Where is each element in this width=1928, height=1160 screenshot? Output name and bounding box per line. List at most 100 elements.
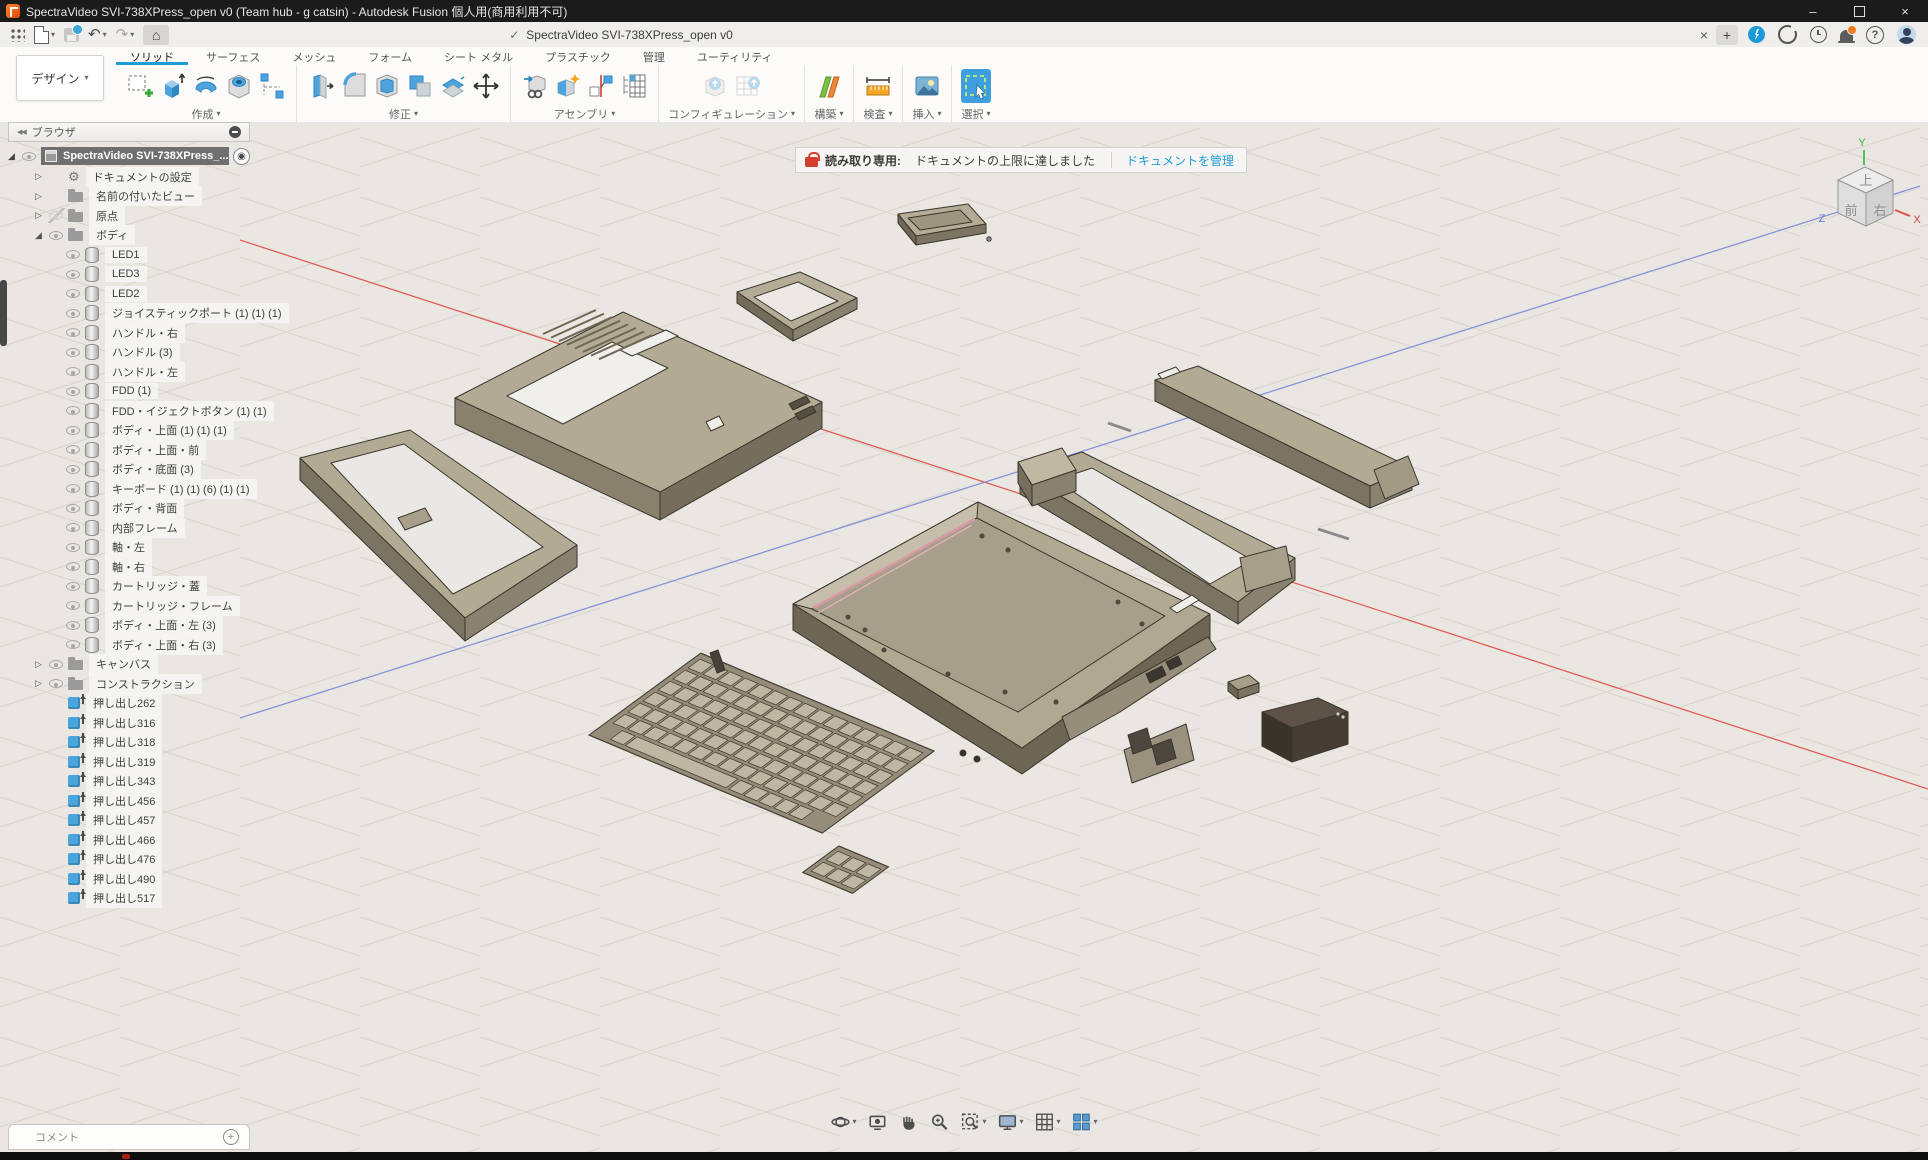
visibility-eye-icon[interactable] <box>65 637 82 652</box>
configuration-table-button[interactable] <box>733 69 763 103</box>
activate-component-radio[interactable]: ◉ <box>233 148 250 165</box>
group-create-menu[interactable]: 作成▾ <box>191 106 220 122</box>
derive-button[interactable] <box>520 69 550 103</box>
visibility-eye-icon[interactable] <box>65 501 82 516</box>
group-insert-menu[interactable]: 挿入▾ <box>913 106 942 122</box>
tree-row[interactable]: ▷名前の付いたビュー <box>35 187 210 207</box>
tab-manage[interactable]: 管理 <box>629 48 679 65</box>
expand-arrow[interactable]: ◢ <box>35 230 48 241</box>
tree-row[interactable]: ボディ・底面 (3) <box>52 460 209 480</box>
tree-row[interactable]: ジョイスティックポート (1) (1) (1) <box>52 304 297 324</box>
comments-bar[interactable]: コメント + <box>8 1124 250 1150</box>
insert-canvas-button[interactable] <box>912 69 942 103</box>
tree-row[interactable]: ◢ボディ <box>35 226 143 246</box>
tree-row[interactable]: ▷コンストラクション <box>35 674 210 694</box>
group-construct-menu[interactable]: 構築▾ <box>815 106 844 122</box>
measure-button[interactable] <box>863 69 893 103</box>
visibility-eye-icon[interactable] <box>65 286 82 301</box>
visibility-eye-icon[interactable] <box>65 423 82 438</box>
scrollbar-thumb[interactable] <box>0 280 7 346</box>
tree-row[interactable]: ハンドル・右 <box>52 323 193 343</box>
workspace-selector[interactable]: デザイン ▾ <box>16 55 104 101</box>
hole-button[interactable] <box>224 69 254 103</box>
visibility-eye-icon[interactable] <box>65 618 82 633</box>
tree-row[interactable]: キーボード (1) (1) (6) (1) (1) <box>52 479 265 499</box>
look-at-button[interactable] <box>865 1110 889 1134</box>
tab-form[interactable]: フォーム <box>354 48 426 65</box>
configure-button[interactable] <box>700 69 730 103</box>
tree-row[interactable]: 押し出し456 <box>35 791 170 811</box>
tree-row[interactable]: 押し出し262 <box>35 694 170 714</box>
visibility-eye-icon[interactable] <box>65 345 82 360</box>
tree-row[interactable]: ボディ・背面 <box>52 499 192 519</box>
undo-button[interactable]: ↶ ▾ <box>88 27 107 42</box>
visibility-eye-icon[interactable] <box>65 520 82 535</box>
expand-arrow[interactable]: ▷ <box>35 191 48 202</box>
group-select-menu[interactable]: 選択▾ <box>962 106 991 122</box>
visibility-eye-icon[interactable] <box>65 442 82 457</box>
tree-row[interactable]: ボディ・上面・右 (3) <box>52 635 231 655</box>
group-assemble-menu[interactable]: アセンブリ▾ <box>554 106 615 122</box>
tree-row[interactable]: 押し出し343 <box>35 772 170 792</box>
tab-utilities[interactable]: ユーティリティ <box>683 48 787 65</box>
zoom-button[interactable] <box>927 1110 951 1134</box>
new-tab-button[interactable]: + <box>1716 25 1738 45</box>
visibility-eye-icon[interactable] <box>65 247 82 262</box>
tree-row[interactable]: LED1 <box>52 245 155 265</box>
fillet-button[interactable] <box>339 69 369 103</box>
save-button[interactable] <box>64 28 79 42</box>
tree-root-row[interactable]: ◢ SpectraVideo SVI-738XPress_... ◉ <box>8 146 250 166</box>
extensions-bolt-icon[interactable] <box>1748 26 1765 43</box>
tree-row[interactable]: 押し出し466 <box>35 830 170 850</box>
expand-arrow[interactable]: ▷ <box>35 171 48 182</box>
collapse-panel-icon[interactable]: ◀◀ <box>17 128 26 136</box>
tree-row[interactable]: ▷キャンバス <box>35 655 166 675</box>
shell-button[interactable] <box>372 69 402 103</box>
job-status-icon[interactable] <box>1778 25 1797 44</box>
tree-row[interactable]: ハンドル (3) <box>52 343 188 363</box>
group-configure-menu[interactable]: コンフィギュレーション▾ <box>668 106 795 122</box>
tab-close-button[interactable]: × <box>1692 27 1716 43</box>
visibility-eye-icon[interactable] <box>65 403 82 418</box>
tree-row[interactable]: LED2 <box>52 284 155 304</box>
tree-row[interactable]: 内部フレーム <box>52 518 193 538</box>
tree-row[interactable]: ボディ・上面・左 (3) <box>52 616 231 636</box>
pan-button[interactable] <box>896 1110 920 1134</box>
tab-sheetmetal[interactable]: シート メタル <box>430 48 527 65</box>
minimize-button[interactable]: – <box>1790 0 1836 22</box>
visibility-eye-icon[interactable] <box>65 540 82 555</box>
visibility-eye-icon[interactable] <box>65 267 82 282</box>
tab-plastic[interactable]: プラスチック <box>531 48 625 65</box>
tree-row[interactable]: 押し出し476 <box>35 850 170 870</box>
tab-mesh[interactable]: メッシュ <box>278 48 350 65</box>
manage-documents-link[interactable]: ドキュメントを管理 <box>1114 152 1246 169</box>
expand-arrow[interactable]: ▷ <box>35 210 48 221</box>
revolve-button[interactable] <box>191 69 221 103</box>
app-grid-icon[interactable] <box>10 27 25 42</box>
tree-row[interactable]: 押し出し517 <box>35 889 170 909</box>
visibility-eye-icon[interactable] <box>65 598 82 613</box>
move-button[interactable] <box>471 69 501 103</box>
orbit-button[interactable]: ▾ <box>828 1110 858 1134</box>
bom-table-button[interactable] <box>619 69 649 103</box>
tree-row[interactable]: 押し出し490 <box>35 869 170 889</box>
select-button[interactable] <box>961 69 991 103</box>
tree-row[interactable]: ハンドル・左 <box>52 362 193 382</box>
viewport-canvas[interactable]: 上 前 右 Y X Z <box>0 122 1928 1152</box>
visibility-eye-icon[interactable] <box>65 325 82 340</box>
grid-snap-button[interactable]: ▾ <box>1033 1110 1063 1134</box>
close-button[interactable]: × <box>1882 0 1928 22</box>
expand-arrow[interactable]: ▷ <box>35 659 48 670</box>
visibility-eye-icon[interactable] <box>48 208 65 223</box>
expand-arrow[interactable]: ▷ <box>35 678 48 689</box>
tree-row[interactable]: LED3 <box>52 265 155 285</box>
tree-row[interactable]: FDD・イジェクトボタン (1) (1) <box>52 401 282 421</box>
collapse-all-icon[interactable] <box>229 126 241 138</box>
tab-solid[interactable]: ソリッド <box>116 48 188 65</box>
maximize-button[interactable] <box>1836 0 1882 22</box>
history-clock-icon[interactable] <box>1810 26 1827 43</box>
create-sketch-button[interactable] <box>125 69 155 103</box>
visibility-eye-icon[interactable] <box>65 462 82 477</box>
tree-row[interactable]: ▷⚙ドキュメントの設定 <box>35 167 207 187</box>
joint-button[interactable] <box>586 69 616 103</box>
